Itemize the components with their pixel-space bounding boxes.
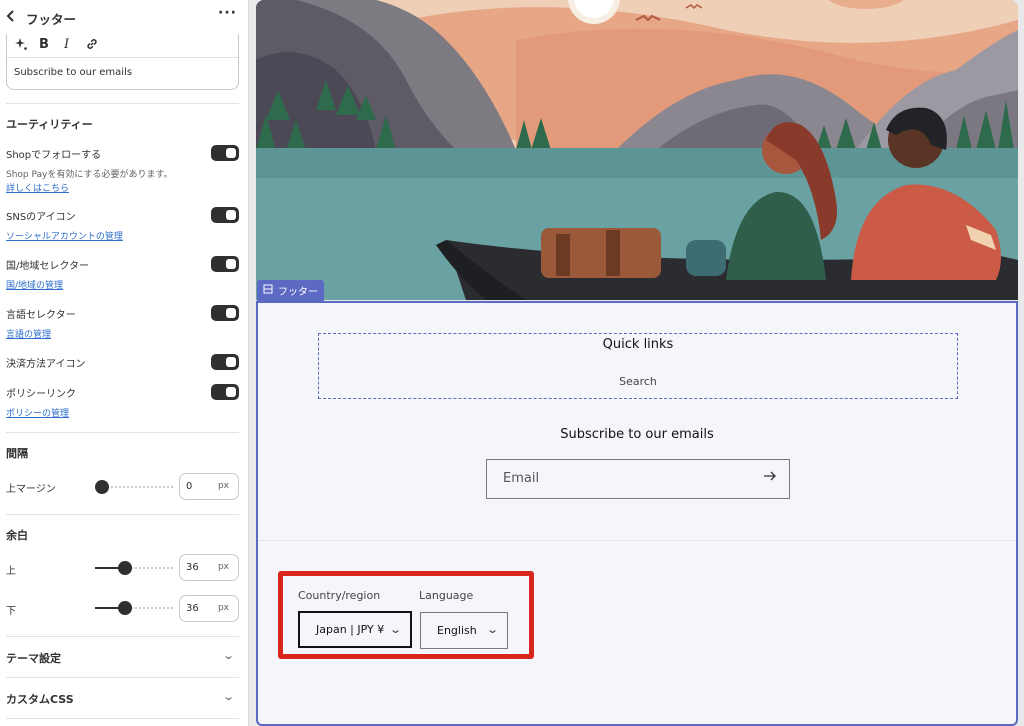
footer-divider	[258, 540, 1016, 541]
chevron-down-icon: ⌄	[221, 690, 235, 703]
country-selector-label: 国/地域セレクター	[6, 261, 89, 272]
quick-links-title: Quick links	[602, 337, 674, 352]
sidebar-title: フッター	[26, 12, 77, 27]
divider	[6, 103, 239, 104]
country-region-value: Japan | JPY ¥	[316, 623, 385, 636]
section-tag[interactable]: フッター	[257, 280, 324, 301]
payment-icons-toggle[interactable]	[211, 354, 239, 370]
divider	[6, 514, 239, 515]
country-selector-toggle[interactable]	[211, 256, 239, 272]
hero-illustration-art	[256, 0, 1018, 300]
language-selector-label: 言語セレクター	[6, 310, 76, 321]
manage-countries-link[interactable]: 国/地域の管理	[6, 278, 63, 291]
newsletter-title: Subscribe to our emails	[560, 427, 714, 442]
follow-shop-toggle[interactable]	[211, 145, 239, 161]
footer-section[interactable]: Quick links Search Subscribe to our emai…	[256, 301, 1018, 726]
language-selector-toggle[interactable]	[211, 305, 239, 321]
newsletter-heading-text: Subscribe to our emails	[14, 67, 133, 78]
hero-illustration	[256, 0, 1018, 300]
manage-policies-link[interactable]: ポリシーの管理	[6, 406, 69, 419]
utility-heading: ユーティリティー	[6, 118, 93, 131]
top-margin-slider[interactable]	[95, 480, 173, 494]
manage-languages-link[interactable]: 言語の管理	[6, 327, 51, 340]
padding-top-slider[interactable]	[95, 561, 173, 575]
section-layout-icon	[263, 284, 273, 297]
social-icons-label: SNSのアイコン	[6, 212, 76, 223]
chevron-down-icon: ⌄	[388, 623, 402, 636]
back-icon[interactable]	[6, 9, 20, 25]
chevron-down-icon: ⌄	[485, 623, 499, 636]
more-actions-icon[interactable]: ···	[218, 5, 237, 21]
padding-heading: 余白	[6, 529, 28, 542]
follow-shop-help: Shop Payを有効にする必要があります。	[6, 170, 173, 180]
section-tag-label: フッター	[278, 287, 318, 298]
custom-css-row[interactable]: カスタムCSS ⌄	[6, 678, 239, 718]
social-icons-toggle[interactable]	[211, 207, 239, 223]
theme-settings-label: テーマ設定	[6, 652, 61, 665]
unit-label: px	[217, 481, 229, 491]
language-label: Language	[419, 589, 474, 602]
quick-links-block[interactable]: Quick links Search	[318, 333, 958, 399]
top-margin-value: 0	[186, 481, 193, 492]
learn-more-link[interactable]: 詳しくはこちら	[6, 181, 69, 194]
padding-bottom-input[interactable]: 36 px	[179, 595, 239, 622]
country-region-select[interactable]: Japan | JPY ¥ ⌄	[298, 611, 412, 648]
manage-social-accounts-link[interactable]: ソーシャルアカウントの管理	[6, 229, 123, 242]
slider-knob[interactable]	[118, 561, 132, 575]
slider-knob[interactable]	[95, 480, 109, 494]
link-icon[interactable]	[85, 37, 99, 55]
divider	[6, 718, 239, 719]
slider-knob[interactable]	[118, 601, 132, 615]
padding-top-value: 36	[186, 562, 199, 573]
payment-icons-label: 決済方法アイコン	[6, 359, 86, 370]
theme-editor-sidebar: フッター ··· B I Subscribe to our emails ユーテ…	[0, 0, 249, 726]
follow-shop-label: Shopでフォローする	[6, 150, 102, 161]
storefront-preview: フッター Quick links Search Subscribe to our…	[256, 0, 1018, 726]
language-select[interactable]: English ⌄	[420, 612, 508, 649]
sidebar-header: フッター ···	[0, 0, 248, 34]
custom-css-label: カスタムCSS	[6, 693, 74, 706]
padding-bottom-slider[interactable]	[95, 601, 173, 615]
divider	[6, 432, 239, 433]
chevron-down-icon: ⌄	[221, 649, 235, 662]
top-margin-label: 上マージン	[6, 484, 56, 495]
policy-links-toggle[interactable]	[211, 384, 239, 400]
rte-toolbar: B I	[7, 34, 238, 58]
email-placeholder: Email	[503, 471, 540, 486]
spacing-heading: 間隔	[6, 447, 28, 460]
padding-top-input[interactable]: 36 px	[179, 554, 239, 581]
quick-link-search[interactable]: Search	[319, 375, 957, 388]
bold-icon[interactable]: B	[39, 37, 49, 52]
theme-settings-row[interactable]: テーマ設定 ⌄	[6, 637, 239, 677]
policy-links-label: ポリシーリンク	[6, 389, 76, 400]
arrow-right-icon[interactable]	[763, 469, 777, 487]
padding-bottom-value: 36	[186, 603, 199, 614]
padding-top-label: 上	[6, 566, 16, 577]
unit-label: px	[217, 603, 229, 613]
padding-bottom-label: 下	[6, 606, 16, 617]
country-region-label: Country/region	[298, 589, 381, 602]
unit-label: px	[217, 562, 229, 572]
italic-icon[interactable]: I	[64, 37, 69, 52]
language-value: English	[437, 624, 477, 637]
top-margin-input[interactable]: 0 px	[179, 473, 239, 500]
email-field[interactable]: Email	[486, 459, 790, 499]
newsletter-heading-editor[interactable]: B I Subscribe to our emails	[6, 34, 239, 90]
ai-sparkle-icon[interactable]	[14, 37, 28, 55]
